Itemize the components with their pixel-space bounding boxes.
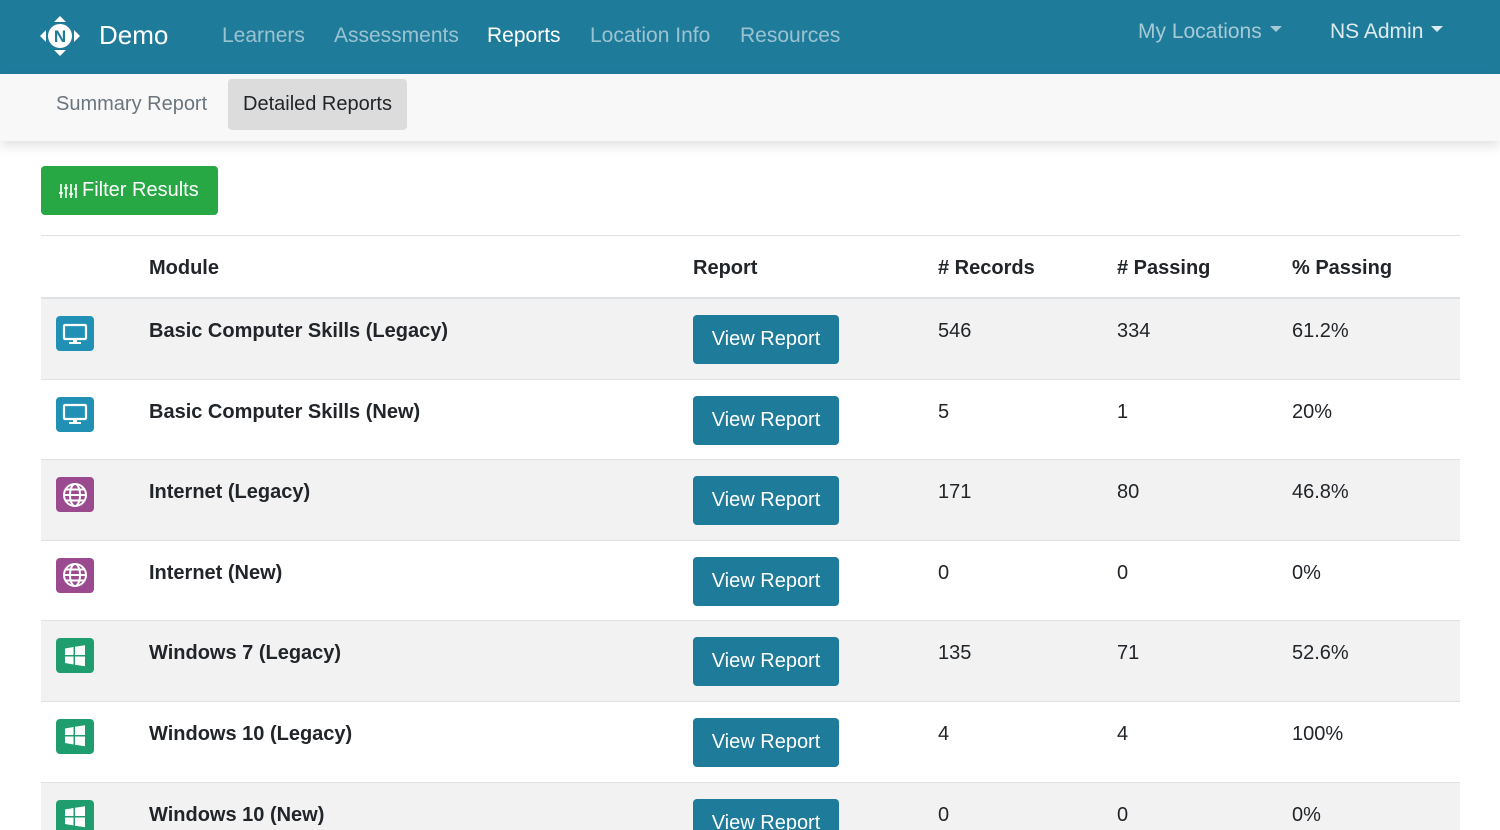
windows-icon — [56, 638, 94, 674]
percent-passing: 100% — [1292, 722, 1344, 745]
svg-text:N: N — [54, 27, 66, 46]
windows-icon — [56, 718, 94, 754]
header-records: # Records — [938, 257, 1035, 279]
nav-learners[interactable]: Learners — [222, 22, 305, 50]
records-count: 5 — [938, 400, 950, 423]
records-count: 171 — [938, 481, 972, 504]
view-report-button[interactable]: View Report — [693, 315, 839, 364]
records-count: 135 — [938, 642, 972, 665]
header-passing: # Passing — [1117, 257, 1211, 279]
view-report-button[interactable]: View Report — [693, 637, 839, 687]
globe-icon — [56, 477, 94, 513]
view-report-button[interactable]: View Report — [693, 476, 839, 526]
computer-icon — [56, 316, 94, 351]
percent-passing: 46.8% — [1292, 481, 1349, 504]
module-name: Internet (Legacy) — [149, 481, 311, 504]
nav-reports[interactable]: Reports — [487, 22, 561, 50]
my-locations-label: My Locations — [1138, 20, 1262, 43]
records-count: 546 — [938, 320, 972, 342]
user-name-label: NS Admin — [1330, 20, 1424, 43]
user-menu-dropdown[interactable]: NS Admin — [1330, 18, 1444, 46]
table-header: Module Report # Records # Passing % Pass… — [41, 235, 1460, 299]
view-report-button[interactable]: View Report — [693, 395, 839, 445]
passing-count: 4 — [1117, 722, 1129, 745]
top-navbar: N Demo Learners Assessments Reports Loca… — [0, 0, 1500, 74]
table-row: Windows 7 (Legacy) View Report 135 71 52… — [41, 621, 1460, 702]
module-name: Basic Computer Skills (New) — [149, 400, 421, 423]
northstar-logo-icon[interactable]: N — [40, 16, 80, 56]
view-report-button[interactable]: View Report — [693, 717, 839, 767]
table-row: Basic Computer Skills (New) View Report … — [41, 380, 1460, 461]
percent-passing: 61.2% — [1292, 320, 1349, 342]
view-report-button[interactable]: View Report — [693, 556, 839, 606]
globe-icon — [56, 557, 94, 593]
table-row: Internet (Legacy) View Report 171 80 46.… — [41, 460, 1460, 541]
sliders-icon — [59, 183, 77, 198]
passing-count: 0 — [1117, 803, 1129, 826]
module-name: Internet (New) — [149, 561, 283, 584]
records-count: 4 — [938, 722, 950, 745]
passing-count: 80 — [1117, 481, 1140, 504]
module-name: Windows 7 (Legacy) — [149, 642, 342, 665]
windows-icon — [56, 799, 94, 830]
chevron-down-icon — [1269, 26, 1282, 33]
module-name: Windows 10 (Legacy) — [149, 722, 353, 745]
passing-count: 0 — [1117, 561, 1129, 584]
report-tabs-bar: Summary Report Detailed Reports — [0, 74, 1500, 141]
view-report-button[interactable]: View Report — [693, 798, 839, 830]
module-name: Windows 10 (New) — [149, 803, 325, 826]
table-row: Windows 10 (Legacy) View Report 4 4 100% — [41, 702, 1460, 783]
my-locations-dropdown[interactable]: My Locations — [1138, 18, 1282, 46]
percent-passing: 0% — [1292, 803, 1321, 826]
table-row: Basic Computer Skills (Legacy) View Repo… — [41, 299, 1460, 380]
passing-count: 71 — [1117, 642, 1140, 665]
filter-results-label: Filter Results — [82, 179, 199, 201]
passing-count: 1 — [1117, 400, 1129, 423]
percent-passing: 0% — [1292, 561, 1321, 584]
brand-name[interactable]: Demo — [99, 19, 168, 51]
filter-results-button[interactable]: Filter Results — [41, 166, 218, 215]
table-row: Internet (New) View Report 0 0 0% — [41, 541, 1460, 622]
header-module: Module — [149, 257, 219, 279]
percent-passing: 52.6% — [1292, 642, 1349, 665]
tab-detailed-reports[interactable]: Detailed Reports — [228, 79, 407, 130]
table-row: Windows 10 (New) View Report 0 0 0% — [41, 782, 1460, 830]
nav-location-info[interactable]: Location Info — [590, 22, 710, 50]
records-count: 0 — [938, 803, 950, 826]
module-name: Basic Computer Skills (Legacy) — [149, 320, 448, 342]
tab-summary-report[interactable]: Summary Report — [41, 79, 222, 130]
chevron-down-icon — [1431, 26, 1444, 33]
nav-resources[interactable]: Resources — [740, 22, 840, 50]
computer-icon — [56, 396, 94, 432]
detailed-reports-table: Module Report # Records # Passing % Pass… — [41, 235, 1460, 830]
passing-count: 334 — [1117, 320, 1151, 342]
header-percent-passing: % Passing — [1292, 257, 1393, 279]
records-count: 0 — [938, 561, 950, 584]
nav-assessments[interactable]: Assessments — [334, 22, 459, 50]
percent-passing: 20% — [1292, 400, 1333, 423]
header-report: Report — [693, 257, 758, 279]
